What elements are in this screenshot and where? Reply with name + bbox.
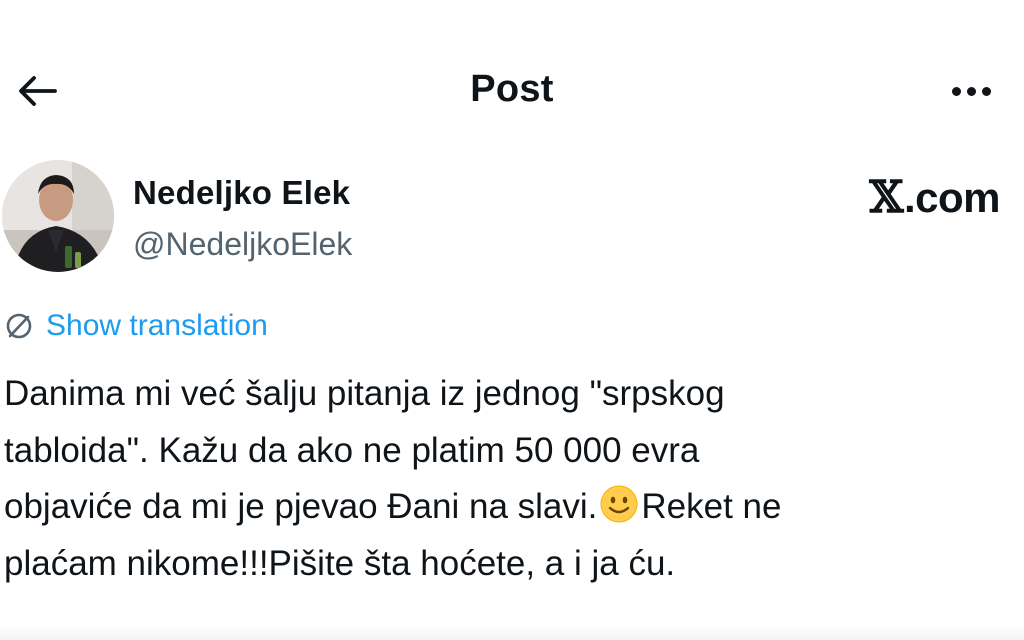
post-text-line: tabloida". Kažu da ako ne platim 50 000 …	[4, 430, 700, 470]
x-logo-icon: 𝕏	[869, 172, 903, 223]
top-bar: Post	[0, 0, 1024, 140]
more-options-button[interactable]	[940, 66, 1002, 116]
post-text-fragment: Reket ne	[641, 487, 782, 526]
show-translation-label: Show translation	[46, 309, 268, 342]
post-text-line: objaviće da mi je pjevao Đani na slavi. …	[4, 479, 1004, 536]
show-translation-link[interactable]: Show translation	[4, 309, 268, 343]
post-text-line: plaćam nikome!!!Pišite šta hoćete, a i j…	[4, 543, 676, 583]
author-handle[interactable]: @NedeljkoElek	[133, 226, 352, 263]
translate-icon	[6, 313, 32, 339]
avatar-image	[2, 160, 114, 272]
avatar[interactable]	[2, 160, 114, 272]
page-title: Post	[470, 68, 554, 110]
post-text: Danima mi već šalju pitanja iz jednog "s…	[4, 366, 1004, 592]
site-watermark: 𝕏 .com	[869, 172, 1000, 223]
site-domain: .com	[903, 174, 1001, 221]
author-name[interactable]: Nedeljko Elek	[133, 174, 350, 212]
post-text-line: Danima mi već šalju pitanja iz jednog "s…	[4, 374, 725, 413]
divider	[0, 626, 1024, 640]
more-horizontal-icon	[949, 86, 994, 96]
post-text-fragment: objaviće da mi je pjevao Đani na slavi.	[4, 487, 598, 526]
slightly-smiling-face-emoji	[600, 485, 638, 523]
post-page: Post Nedeljko Elek @NedeljkoElek 𝕏 .com	[0, 0, 1024, 640]
